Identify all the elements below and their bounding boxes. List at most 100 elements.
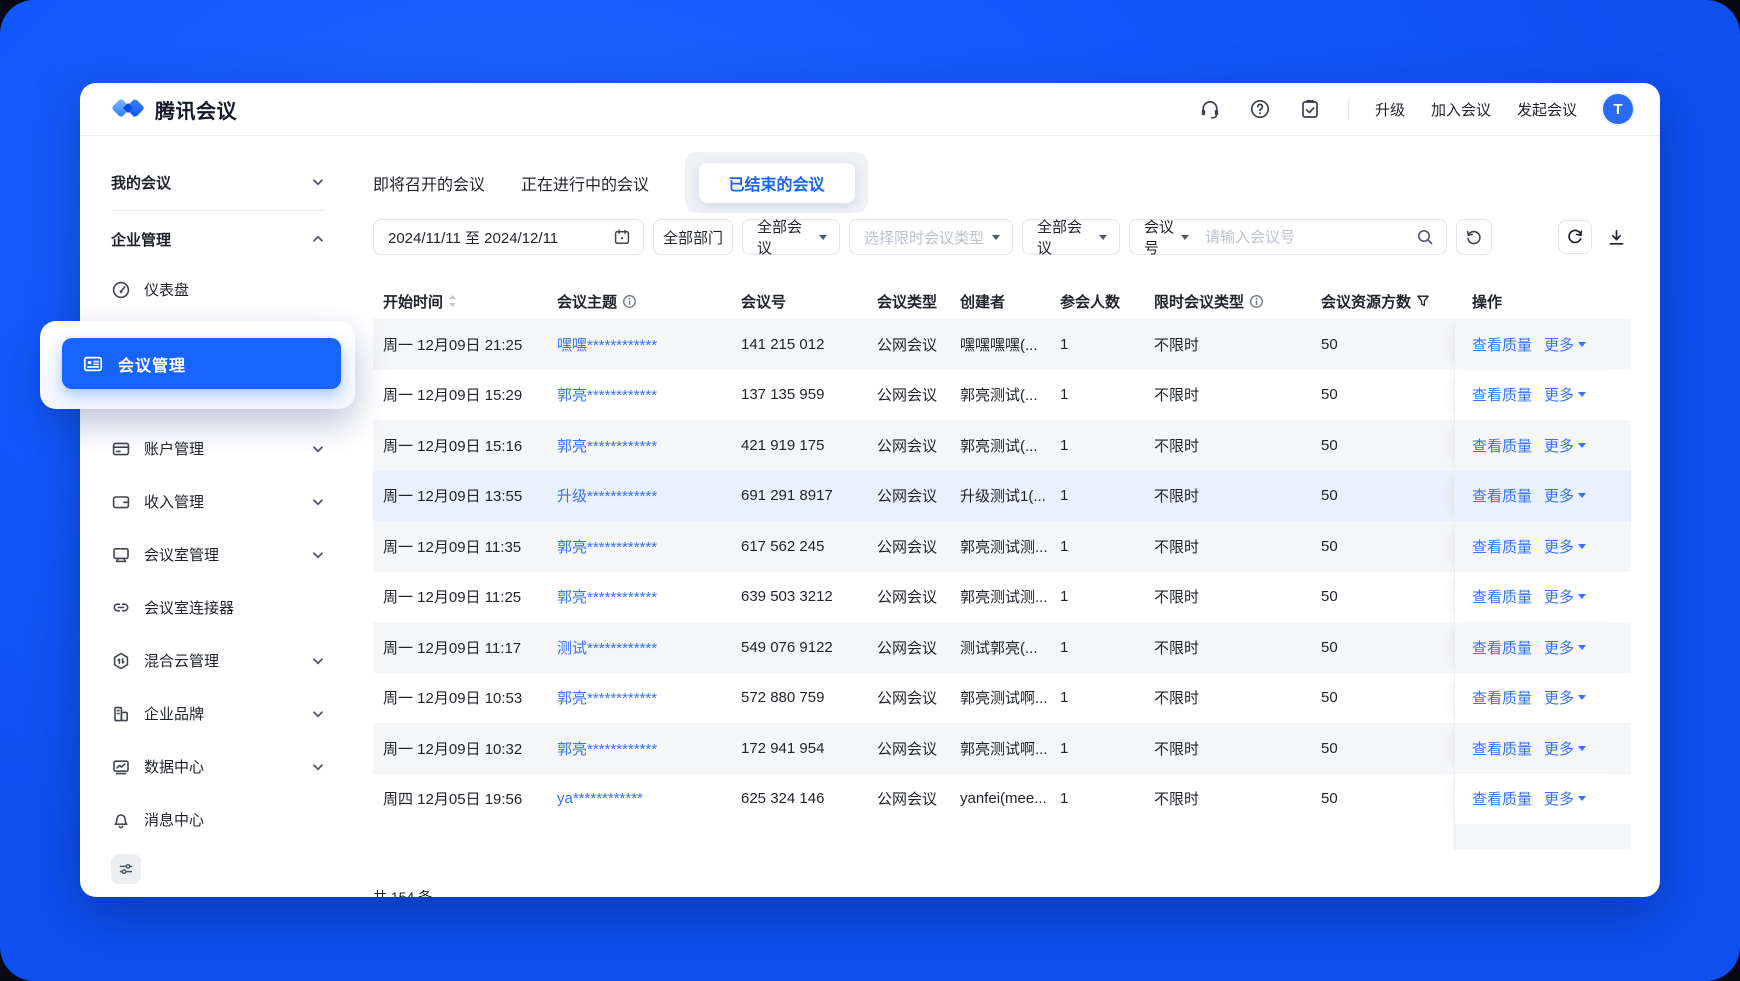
cell-topic-link[interactable]: 郭亮************ xyxy=(547,384,731,405)
view-quality-link[interactable]: 查看质量 xyxy=(1472,738,1532,759)
table-row[interactable]: 周一 12月09日 15:29 郭亮************ 137 135 9… xyxy=(373,369,1631,420)
more-link[interactable]: 更多 xyxy=(1544,334,1587,355)
sidebar-item-income[interactable]: 收入管理 xyxy=(111,475,325,528)
chevron-down-icon xyxy=(1578,493,1587,499)
view-quality-link[interactable]: 查看质量 xyxy=(1472,586,1532,607)
tab-upcoming-meetings[interactable]: 即将召开的会议 xyxy=(373,171,485,195)
sidebar-item-dashboard[interactable]: 仪表盘 xyxy=(111,263,325,316)
upgrade-link[interactable]: 升级 xyxy=(1375,99,1405,120)
refresh-button[interactable] xyxy=(1558,220,1592,254)
table-row[interactable]: 周一 12月09日 10:32 郭亮************ 172 941 9… xyxy=(373,723,1631,774)
cell-participants: 1 xyxy=(1060,386,1069,404)
more-link[interactable]: 更多 xyxy=(1544,788,1587,809)
more-link[interactable]: 更多 xyxy=(1544,687,1587,708)
more-link[interactable]: 更多 xyxy=(1544,586,1587,607)
avatar[interactable]: T xyxy=(1603,94,1633,124)
view-quality-link[interactable]: 查看质量 xyxy=(1472,536,1532,557)
table-row[interactable]: 周一 12月09日 21:25 嘿嘿************ 141 215 0… xyxy=(373,319,1631,370)
tab-ended-meetings[interactable]: 已结束的会议 xyxy=(698,162,855,203)
chevron-down-icon xyxy=(1099,234,1107,240)
export-button[interactable] xyxy=(1601,222,1631,252)
chevron-down-icon xyxy=(311,760,325,774)
meeting-management-icon xyxy=(82,353,104,375)
search-field-dropdown[interactable]: 会议号 xyxy=(1130,219,1201,257)
sidebar-group-my-meetings[interactable]: 我的会议 xyxy=(111,158,325,206)
cell-topic-link[interactable]: 嘿嘿************ xyxy=(547,334,731,355)
cell-creator: 郭亮测试(... xyxy=(960,387,1038,405)
sidebar-item-account[interactable]: 账户管理 xyxy=(111,422,325,475)
table-row[interactable]: 周一 12月09日 15:16 郭亮************ 421 919 1… xyxy=(373,420,1631,471)
cell-topic-link[interactable]: 升级************ xyxy=(547,485,731,506)
cell-resource-parties: 50 xyxy=(1321,537,1338,555)
cell-topic-link[interactable]: ya************ xyxy=(547,790,731,807)
support-headset-icon[interactable] xyxy=(1198,97,1222,121)
sidebar-collapse-button[interactable] xyxy=(111,854,141,884)
cell-creator: 嘿嘿嘿嘿(... xyxy=(960,336,1038,354)
cell-topic-link[interactable]: 郭亮************ xyxy=(547,536,731,557)
table-row[interactable]: 周一 12月09日 11:25 郭亮************ 639 503 3… xyxy=(373,571,1631,622)
cell-topic-link[interactable]: 郭亮************ xyxy=(547,586,731,607)
sort-icon[interactable] xyxy=(448,294,457,308)
view-quality-link[interactable]: 查看质量 xyxy=(1472,788,1532,809)
cell-meeting-number: 617 562 245 xyxy=(741,537,825,555)
cell-actions: 查看质量 更多 xyxy=(1454,521,1631,572)
table-row[interactable]: 周一 12月09日 13:55 升级************ 691 291 8… xyxy=(373,470,1631,521)
refresh-icon xyxy=(1566,228,1584,246)
meeting-kind-dropdown[interactable]: 全部会议 xyxy=(1022,219,1120,257)
table-row[interactable]: 周一 12月09日 11:35 郭亮************ 617 562 2… xyxy=(373,521,1631,572)
more-link[interactable]: 更多 xyxy=(1544,384,1587,405)
view-quality-link[interactable]: 查看质量 xyxy=(1472,384,1532,405)
sidebar-item-data-center[interactable]: 数据中心 xyxy=(111,740,325,793)
cell-meeting-number: 625 324 146 xyxy=(741,790,825,808)
cell-resource-parties: 50 xyxy=(1321,638,1338,656)
more-link[interactable]: 更多 xyxy=(1544,536,1587,557)
brand: 腾讯会议 xyxy=(111,95,237,124)
filter-funnel-icon[interactable] xyxy=(1416,294,1430,308)
chevron-down-icon xyxy=(311,548,325,562)
more-link[interactable]: 更多 xyxy=(1544,637,1587,658)
table-row[interactable]: 周四 12月05日 19:56 ya************ 625 324 1… xyxy=(373,773,1631,824)
meeting-scope-dropdown[interactable]: 全部会议 xyxy=(742,219,840,257)
cell-meeting-type: 公网会议 xyxy=(877,690,938,708)
sidebar-item-hybrid-cloud[interactable]: 混合云管理 xyxy=(111,634,325,687)
department-filter-button[interactable]: 全部部门 xyxy=(653,219,733,255)
info-icon[interactable] xyxy=(622,294,637,309)
sidebar-group-enterprise[interactable]: 企业管理 xyxy=(111,215,325,263)
date-range-picker[interactable]: 2024/11/11 至 2024/12/11 xyxy=(373,219,644,255)
dropdown-value: 全部会议 xyxy=(757,219,803,257)
cell-meeting-type: 公网会议 xyxy=(877,740,938,758)
view-quality-link[interactable]: 查看质量 xyxy=(1472,687,1532,708)
table-row[interactable]: 周一 12月09日 10:53 郭亮************ 572 880 7… xyxy=(373,672,1631,723)
meeting-number-input[interactable] xyxy=(1201,220,1404,254)
sidebar-item-brand[interactable]: 企业品牌 xyxy=(111,687,325,740)
cell-topic-link[interactable]: 郭亮************ xyxy=(547,435,731,456)
start-meeting-link[interactable]: 发起会议 xyxy=(1517,99,1577,120)
info-icon[interactable] xyxy=(1249,294,1264,309)
search-icon[interactable] xyxy=(1416,228,1434,246)
reset-filters-button[interactable] xyxy=(1456,219,1492,255)
cell-topic-link[interactable]: 测试************ xyxy=(547,637,731,658)
table-row[interactable]: 周一 12月09日 11:17 测试************ 549 076 9… xyxy=(373,622,1631,673)
cell-topic-link[interactable]: 郭亮************ xyxy=(547,687,731,708)
sidebar-item-meeting-rooms[interactable]: 会议室管理 xyxy=(111,528,325,581)
join-meeting-link[interactable]: 加入会议 xyxy=(1431,99,1491,120)
help-icon[interactable] xyxy=(1248,97,1272,121)
view-quality-link[interactable]: 查看质量 xyxy=(1472,485,1532,506)
view-quality-link[interactable]: 查看质量 xyxy=(1472,435,1532,456)
more-link[interactable]: 更多 xyxy=(1544,485,1587,506)
cell-creator: 郭亮测试测... xyxy=(960,538,1048,556)
sidebar-item-meeting-management[interactable]: 会议管理 xyxy=(62,338,341,389)
active-nav-backdrop: 会议管理 xyxy=(40,321,355,409)
tasks-clipboard-icon[interactable] xyxy=(1298,97,1322,121)
view-quality-link[interactable]: 查看质量 xyxy=(1472,334,1532,355)
more-link[interactable]: 更多 xyxy=(1544,738,1587,759)
limited-type-dropdown[interactable]: 选择限时会议类型 xyxy=(849,219,1013,255)
sidebar-item-message-center[interactable]: 消息中心 xyxy=(111,793,325,846)
more-link[interactable]: 更多 xyxy=(1544,435,1587,456)
cell-topic-link[interactable]: 郭亮************ xyxy=(547,738,731,759)
tab-ongoing-meetings[interactable]: 正在进行中的会议 xyxy=(521,171,649,195)
view-quality-link[interactable]: 查看质量 xyxy=(1472,637,1532,658)
col-start-time[interactable]: 开始时间 xyxy=(373,291,547,312)
sidebar-item-label: 收入管理 xyxy=(144,494,205,511)
sidebar-item-room-connector[interactable]: 会议室连接器 xyxy=(111,581,325,634)
